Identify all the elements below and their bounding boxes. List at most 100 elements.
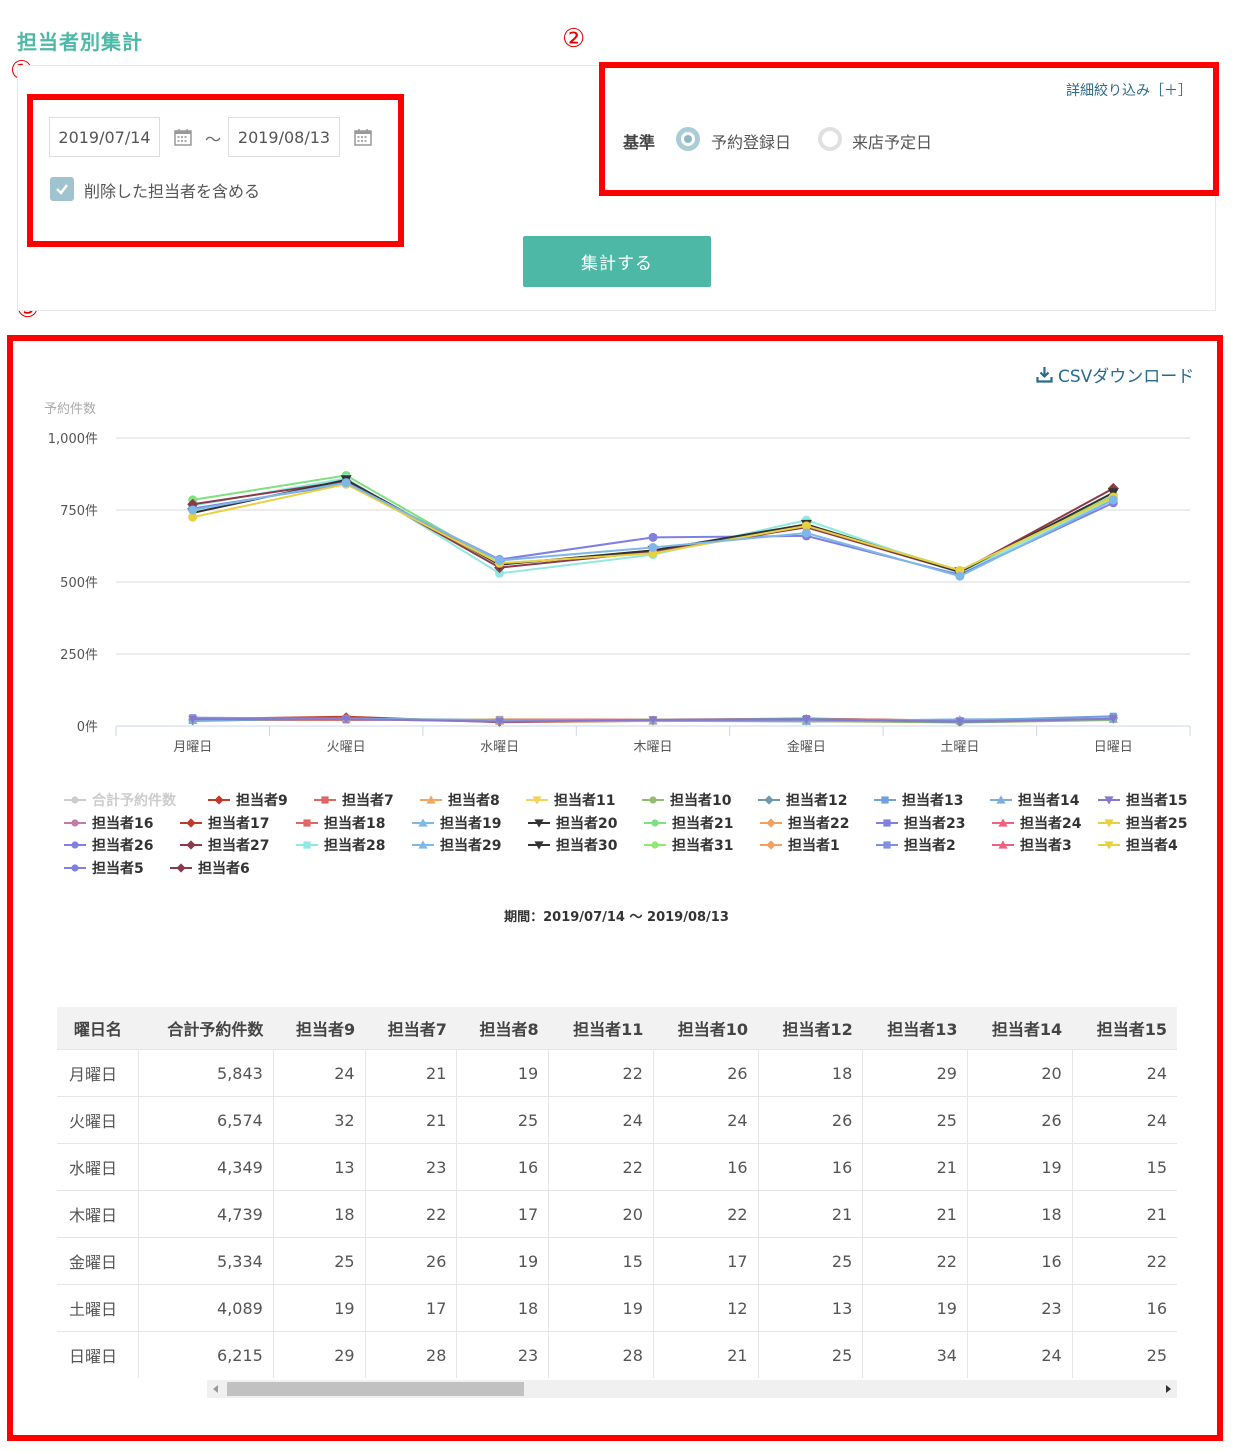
table-cell: 18 [273, 1190, 366, 1238]
legend-item[interactable]: 担当者18 [296, 813, 385, 833]
highlight-box-1 [27, 94, 404, 247]
scroll-right-icon[interactable] [1163, 1384, 1173, 1394]
legend-item[interactable]: 担当者30 [528, 835, 617, 855]
data-point[interactable] [955, 571, 965, 581]
legend-item[interactable]: 担当者13 [874, 790, 963, 810]
legend-item[interactable]: 担当者1 [760, 835, 840, 855]
data-point[interactable] [341, 478, 351, 488]
data-point[interactable] [649, 796, 657, 804]
data-point[interactable] [71, 796, 79, 804]
data-point[interactable] [883, 841, 891, 849]
table-header-cell[interactable]: 担当者12 [758, 1007, 863, 1050]
legend-label: 担当者19 [440, 816, 502, 832]
data-point[interactable] [303, 841, 311, 849]
legend-item[interactable]: 担当者21 [644, 813, 733, 833]
data-point[interactable] [651, 841, 659, 849]
legend-item[interactable]: 担当者3 [992, 835, 1072, 855]
legend-item[interactable]: 担当者2 [876, 835, 956, 855]
legend-item[interactable]: 担当者26 [64, 835, 153, 855]
y-tick-label: 750件 [60, 504, 98, 519]
table-header-cell[interactable]: 曜日名 [57, 1007, 139, 1050]
table-header-cell[interactable]: 合計予約件数 [138, 1007, 274, 1050]
legend-item[interactable]: 担当者14 [990, 790, 1079, 810]
data-point[interactable] [651, 819, 659, 827]
data-point[interactable] [881, 796, 889, 804]
table-cell: 金曜日 [57, 1237, 140, 1285]
data-point[interactable] [766, 840, 776, 850]
table-header-cell[interactable]: 担当者13 [862, 1007, 968, 1050]
data-point[interactable] [71, 819, 79, 827]
table-row: 木曜日 4,739 18 22 17 20 22 21 21 18 21 [57, 1190, 1177, 1238]
table-cell: 18 [967, 1190, 1073, 1238]
data-point[interactable] [648, 532, 658, 542]
table-header-cell[interactable]: 担当者9 [273, 1007, 366, 1050]
legend-item[interactable]: 担当者6 [170, 858, 250, 878]
legend-item[interactable]: 担当者7 [314, 790, 394, 810]
legend-item[interactable]: 担当者5 [64, 858, 144, 878]
data-point[interactable] [214, 795, 224, 805]
legend-item[interactable]: 担当者8 [420, 790, 500, 810]
legend-item[interactable]: 担当者12 [758, 790, 847, 810]
data-point[interactable] [186, 840, 196, 850]
data-point[interactable] [495, 555, 505, 565]
table-cell: 24 [967, 1331, 1073, 1378]
table-header-cell[interactable]: 担当者15 [1072, 1007, 1177, 1050]
legend-item[interactable]: 担当者10 [642, 790, 731, 810]
data-point[interactable] [883, 819, 891, 827]
legend-label: 担当者1 [788, 838, 840, 854]
data-point[interactable] [71, 864, 79, 872]
legend-marker-icon [296, 841, 318, 849]
legend-item[interactable]: 担当者20 [528, 813, 617, 833]
legend-item[interactable]: 担当者15 [1098, 790, 1187, 810]
data-point[interactable] [1108, 495, 1118, 505]
legend-label: 担当者13 [902, 793, 964, 809]
line-chart: 予約件数 1,000件 750件 500件 250件 0件 月曜日 火曜日 水曜日 木曜日 金曜… [44, 402, 1191, 755]
legend-label: 担当者20 [556, 816, 618, 832]
table-cell: 32 [273, 1096, 366, 1144]
legend-item[interactable]: 担当者19 [412, 813, 501, 833]
csv-download-link[interactable]: CSVダウンロード [1036, 362, 1194, 387]
data-point[interactable] [186, 818, 196, 828]
legend-item[interactable]: 担当者11 [526, 790, 615, 810]
table-cell: 29 [273, 1331, 366, 1378]
legend-item[interactable]: 担当者29 [412, 835, 501, 855]
aggregate-button[interactable]: 集計する [523, 236, 711, 287]
legend-item[interactable]: 合計予約件数 [64, 790, 176, 810]
table-header-cell[interactable]: 担当者11 [548, 1007, 654, 1050]
legend-item[interactable]: 担当者16 [64, 813, 153, 833]
data-point[interactable] [176, 863, 186, 873]
legend-item[interactable]: 担当者31 [644, 835, 733, 855]
legend-item[interactable]: 担当者28 [296, 835, 385, 855]
legend-label: 担当者14 [1018, 793, 1080, 809]
data-point[interactable] [801, 528, 811, 538]
legend-item[interactable]: 担当者23 [876, 813, 965, 833]
legend-item[interactable]: 担当者25 [1098, 813, 1187, 833]
legend-item[interactable]: 担当者22 [760, 813, 849, 833]
data-point[interactable] [303, 819, 311, 827]
legend-item[interactable]: 担当者24 [992, 813, 1081, 833]
table-header-cell[interactable]: 担当者10 [653, 1007, 759, 1050]
table-cell: 22 [862, 1237, 968, 1285]
legend-item[interactable]: 担当者17 [180, 813, 269, 833]
download-icon [1036, 367, 1053, 383]
data-point[interactable] [648, 542, 658, 552]
table-header-cell[interactable]: 担当者14 [967, 1007, 1073, 1050]
data-point[interactable] [71, 841, 79, 849]
data-point[interactable] [766, 818, 776, 828]
upper-series-line-5[interactable] [188, 479, 1118, 575]
table-cell: 26 [967, 1096, 1073, 1144]
table-header-cell[interactable]: 担当者7 [365, 1007, 457, 1050]
period-label: 期間：2019/07/14 ～ 2019/08/13 [504, 910, 729, 925]
legend-label: 担当者16 [92, 816, 154, 832]
scroll-left-icon[interactable] [211, 1384, 221, 1394]
scrollbar-thumb[interactable] [227, 1382, 524, 1396]
legend-item[interactable]: 担当者27 [180, 835, 269, 855]
legend-item[interactable]: 担当者9 [208, 790, 288, 810]
table-header-cell[interactable]: 担当者8 [456, 1007, 549, 1050]
legend-label: 担当者22 [788, 816, 850, 832]
data-point[interactable] [321, 796, 329, 804]
series-path [192, 483, 1114, 576]
data-point[interactable] [764, 795, 774, 805]
legend-item[interactable]: 担当者4 [1098, 835, 1178, 855]
data-point[interactable] [188, 505, 198, 515]
